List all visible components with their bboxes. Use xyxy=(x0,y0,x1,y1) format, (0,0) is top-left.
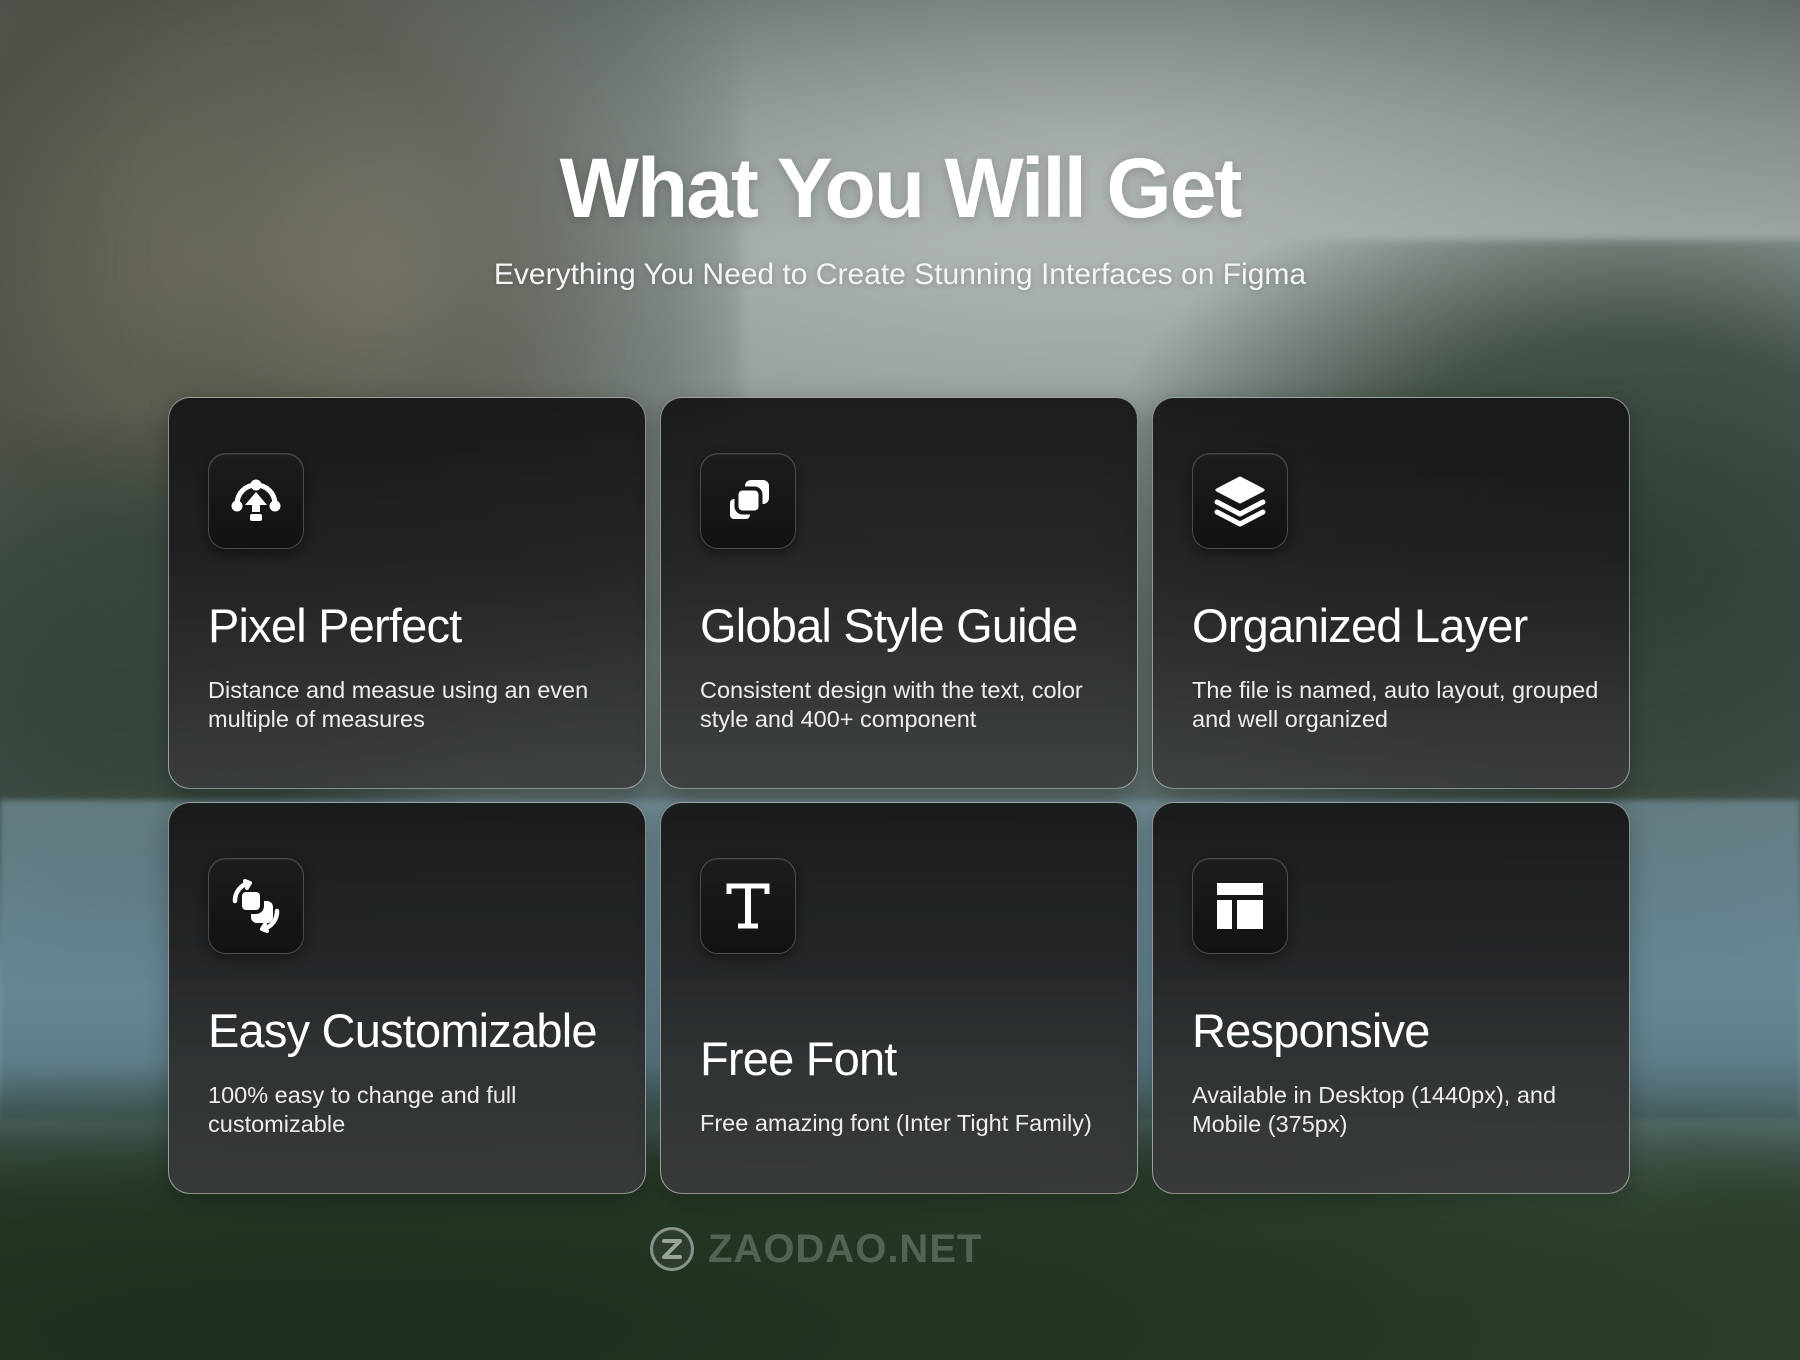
feature-icon-box xyxy=(1192,858,1288,954)
feature-card-global-style-guide: Global Style Guide Consistent design wit… xyxy=(660,397,1138,789)
feature-description: Distance and measue using an even multip… xyxy=(208,677,589,732)
z-logo-icon xyxy=(650,1227,694,1271)
feature-card-pixel-perfect: Pixel Perfect Distance and measue using … xyxy=(168,397,646,789)
customize-shapes-icon xyxy=(232,879,280,933)
feature-title: Free Font xyxy=(700,1032,897,1085)
text-font-icon xyxy=(726,883,770,929)
feature-icon-box xyxy=(208,453,304,549)
feature-description: Consistent design with the text, color s… xyxy=(700,677,1083,732)
feature-description: The file is named, auto layout, grouped … xyxy=(1192,677,1599,732)
feature-title: Easy Customizable xyxy=(208,1004,597,1057)
feature-card-organized-layer: Organized Layer The file is named, auto … xyxy=(1152,397,1630,789)
feature-description: Free amazing font (Inter Tight Family) xyxy=(700,1110,1092,1136)
features-grid: Pixel Perfect Distance and measue using … xyxy=(168,397,1632,1194)
feature-title: Pixel Perfect xyxy=(208,599,462,652)
feature-icon-box xyxy=(700,858,796,954)
pixel-anchor-icon xyxy=(231,479,281,521)
feature-description: 100% easy to change and full customizabl… xyxy=(208,1082,517,1137)
feature-icon-box xyxy=(700,453,796,549)
page-content: What You Will Get Everything You Need to… xyxy=(0,0,1800,1360)
page-title: What You Will Get xyxy=(559,141,1243,235)
layout-icon xyxy=(1217,883,1263,929)
layers-icon xyxy=(1214,476,1266,527)
components-icon xyxy=(726,480,769,523)
feature-title: Global Style Guide xyxy=(700,599,1078,652)
feature-card-responsive: Responsive Available in Desktop (1440px)… xyxy=(1152,802,1630,1194)
page-subtitle: Everything You Need to Create Stunning I… xyxy=(493,258,1307,291)
feature-icon-box xyxy=(1192,453,1288,549)
feature-card-free-font: Free Font Free amazing font (Inter Tight… xyxy=(660,802,1138,1194)
watermark: ZAODAO.NET xyxy=(650,1225,982,1273)
feature-title: Responsive xyxy=(1192,1004,1430,1057)
feature-card-easy-customizable: Easy Customizable 100% easy to change an… xyxy=(168,802,646,1194)
feature-icon-box xyxy=(208,858,304,954)
feature-title: Organized Layer xyxy=(1192,599,1528,652)
watermark-text: ZAODAO.NET xyxy=(708,1226,983,1271)
feature-description: Available in Desktop (1440px), and Mobil… xyxy=(1192,1082,1557,1137)
